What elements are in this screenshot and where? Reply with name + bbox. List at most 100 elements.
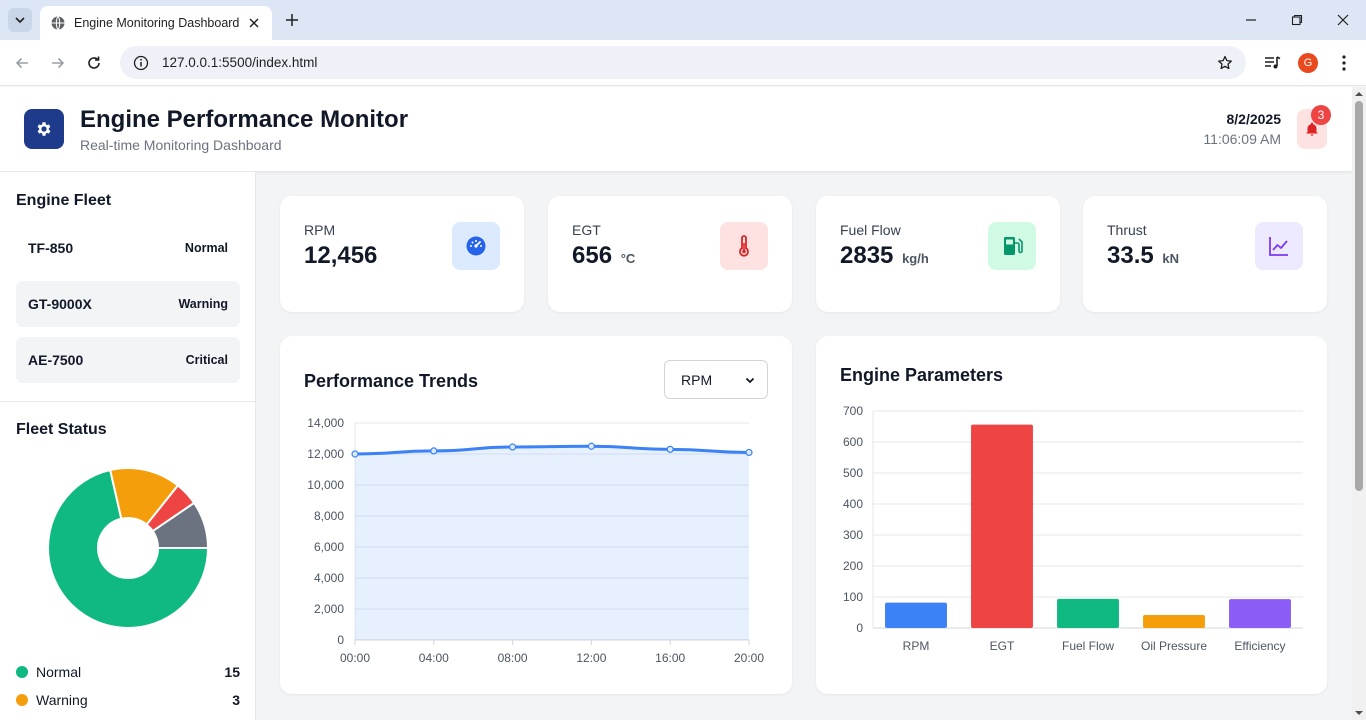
- legend-label: Normal: [36, 664, 82, 680]
- data-point: [587, 442, 595, 450]
- y-tick-label: 200: [843, 559, 863, 573]
- performance-trends-title: Performance Trends: [304, 371, 479, 391]
- legend-label: Warning: [36, 692, 88, 708]
- engine-item-tf-850[interactable]: TF-850 Normal: [16, 225, 240, 271]
- browser-tab[interactable]: Engine Monitoring Dashboard: [40, 6, 272, 40]
- x-tick-label: 20:00: [734, 651, 764, 665]
- legend-count: 3: [232, 692, 240, 708]
- close-icon: [1337, 14, 1349, 26]
- metric-label: Fuel Flow: [840, 222, 901, 238]
- new-tab-button[interactable]: [282, 10, 302, 30]
- performance-trends-card: Performance Trends RPM 0 2,000 4,000 6,000 8…: [280, 336, 792, 694]
- current-time: 11:06:09 AM: [1203, 131, 1281, 147]
- back-button[interactable]: [10, 51, 34, 75]
- y-tick-label: 0: [856, 621, 863, 635]
- close-window-button[interactable]: [1333, 10, 1353, 30]
- data-point: [666, 445, 674, 453]
- gear-icon: [37, 122, 51, 136]
- url-text[interactable]: 127.0.0.1:5500/index.html: [162, 55, 1216, 70]
- data-point: [351, 450, 359, 458]
- plus-icon: [286, 14, 298, 26]
- bar-efficiency: [1229, 599, 1291, 628]
- media-control-button[interactable]: [1261, 52, 1283, 74]
- browser-toolbar: 127.0.0.1:5500/index.html G: [0, 40, 1366, 86]
- y-tick-label: 2,000: [314, 602, 344, 616]
- metric-icon-box: [1255, 222, 1303, 270]
- forward-button[interactable]: [46, 51, 70, 75]
- y-tick-label: 700: [843, 404, 863, 418]
- metric-label: EGT: [572, 222, 601, 238]
- engine-item-ae-7500[interactable]: AE-7500 Critical: [16, 337, 240, 383]
- restore-button[interactable]: [1287, 10, 1307, 30]
- restore-icon: [1291, 14, 1303, 26]
- engine-fleet-heading: Engine Fleet: [16, 192, 112, 209]
- page-title: Engine Performance Monitor: [80, 106, 409, 133]
- chevron-down-icon: [745, 377, 755, 383]
- y-tick-label: 400: [843, 497, 863, 511]
- metric-unit: kg/h: [902, 251, 929, 266]
- x-tick-label: Oil Pressure: [1141, 639, 1207, 653]
- trend-chart-icon: [1269, 237, 1288, 256]
- profile-avatar[interactable]: G: [1298, 53, 1318, 73]
- playlist-icon: [1265, 56, 1281, 69]
- scroll-down-icon[interactable]: [1355, 709, 1363, 717]
- site-info-icon[interactable]: [132, 54, 150, 72]
- fuel-pump-icon: [1004, 237, 1023, 255]
- y-tick-label: 8,000: [314, 509, 344, 523]
- metric-select-value: RPM: [681, 371, 713, 388]
- page-scrollbar[interactable]: [1352, 87, 1366, 720]
- metric-unit: °C: [620, 251, 636, 266]
- fleet-status-donut-chart: [47, 467, 210, 629]
- minimize-button[interactable]: [1241, 10, 1261, 30]
- engine-status: Critical: [185, 353, 228, 367]
- y-tick-label: 14,000: [307, 416, 344, 430]
- reload-icon: [88, 56, 100, 69]
- bookmark-star-icon[interactable]: [1216, 54, 1234, 72]
- chevron-down-icon: [15, 17, 25, 24]
- metric-label: RPM: [304, 222, 336, 238]
- reload-button[interactable]: [82, 51, 106, 75]
- dashboard-page: Engine Performance Monitor Real-time Mon…: [0, 87, 1352, 720]
- globe-icon: [51, 16, 65, 30]
- metric-icon-box: [988, 222, 1036, 270]
- engine-item-gt-9000x[interactable]: GT-9000X Warning: [16, 281, 240, 327]
- scroll-up-icon[interactable]: [1355, 90, 1363, 98]
- engine-name: TF-850: [28, 240, 74, 256]
- x-tick-label: 08:00: [498, 651, 528, 665]
- y-tick-label: 100: [843, 590, 863, 604]
- y-tick-label: 600: [843, 435, 863, 449]
- minimize-icon: [1246, 19, 1256, 21]
- scrollbar-thumb[interactable]: [1355, 101, 1363, 491]
- browser-menu-button[interactable]: [1333, 52, 1355, 74]
- engine-name: GT-9000X: [28, 296, 92, 312]
- address-bar[interactable]: 127.0.0.1:5500/index.html: [120, 46, 1246, 79]
- arrow-right-icon: [52, 57, 65, 69]
- arrow-left-icon: [15, 57, 28, 69]
- close-tab-icon[interactable]: [246, 15, 262, 31]
- x-tick-label: 16:00: [655, 651, 685, 665]
- metric-value: 656 °C: [572, 242, 636, 269]
- data-point: [509, 443, 517, 451]
- legend-dot: [16, 694, 28, 706]
- area-fill: [355, 446, 749, 640]
- x-tick-label: 00:00: [340, 651, 370, 665]
- notification-badge: 3: [1311, 105, 1331, 125]
- kebab-menu-icon: [1342, 55, 1346, 71]
- tab-search-button[interactable]: [8, 8, 32, 32]
- app-logo: [24, 109, 64, 149]
- performance-trends-chart: 0 2,000 4,000 6,000 8,000 10,000 12,000 14,000 0…: [307, 416, 764, 665]
- y-tick-label: 300: [843, 528, 863, 542]
- legend-row-normal: Normal 15: [16, 664, 240, 680]
- y-tick-label: 4,000: [314, 571, 344, 585]
- sidebar-divider: [0, 401, 256, 402]
- engine-status: Normal: [184, 241, 228, 255]
- bar-oil-pressure: [1143, 614, 1205, 628]
- current-date: 8/2/2025: [1226, 111, 1282, 127]
- x-tick-label: RPM: [903, 639, 930, 653]
- metric-card-thrust: Thrust 33.5 kN: [1083, 196, 1327, 312]
- sidebar: Engine Fleet TF-850 Normal GT-9000X Warn…: [0, 172, 256, 720]
- legend-row-warning: Warning 3: [16, 692, 240, 708]
- metric-icon-box: [452, 222, 500, 270]
- metric-select[interactable]: RPM: [664, 360, 768, 399]
- metric-card-fuel-flow: Fuel Flow 2835 kg/h: [816, 196, 1060, 312]
